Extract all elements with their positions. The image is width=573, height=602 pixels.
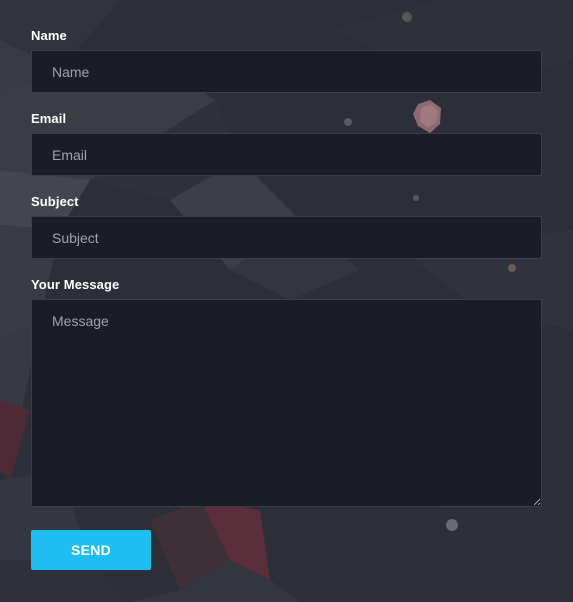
name-input[interactable] [31,50,542,93]
message-label: Your Message [31,277,120,292]
message-textarea[interactable] [31,299,542,507]
subject-input[interactable] [31,216,542,259]
email-input[interactable] [31,133,542,176]
send-button[interactable]: SEND [31,530,151,570]
name-label: Name [31,28,67,43]
email-label: Email [31,111,67,126]
subject-label: Subject [31,194,79,209]
